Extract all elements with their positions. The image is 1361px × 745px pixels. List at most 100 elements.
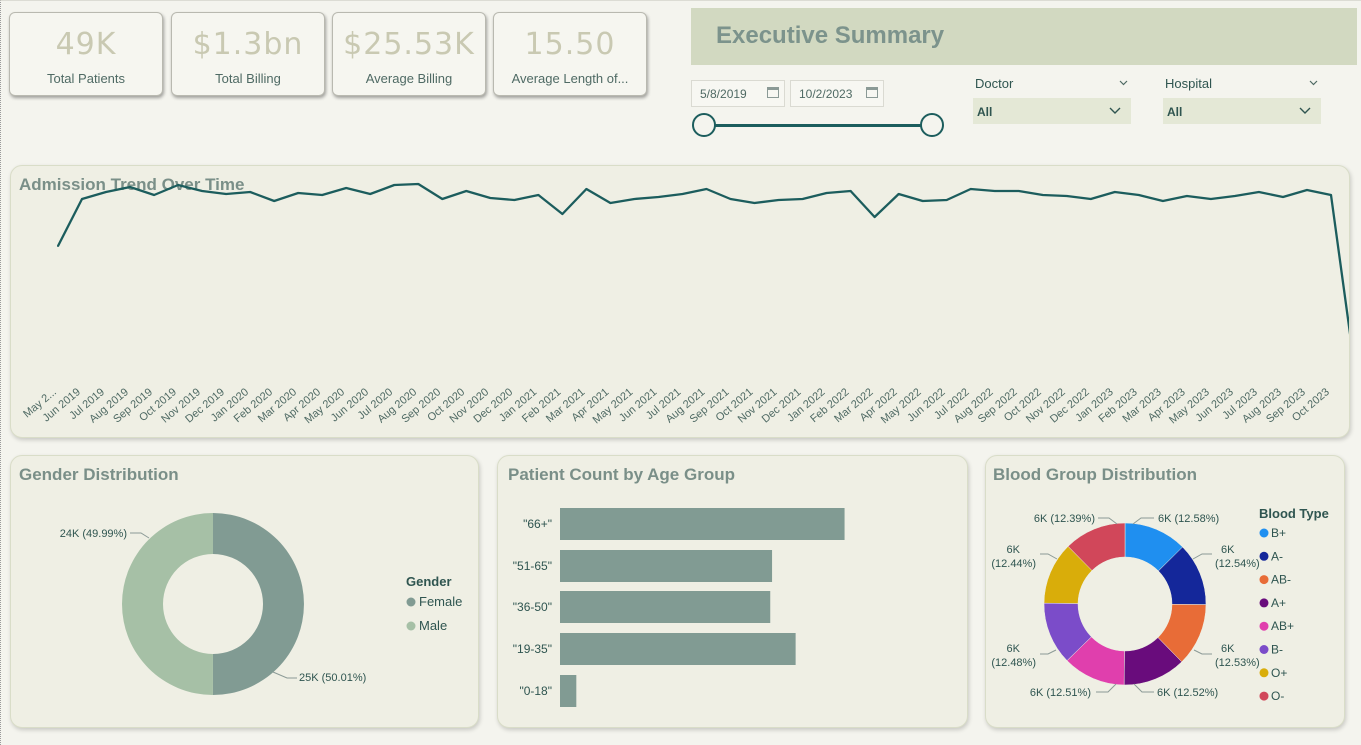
trend-point <box>1330 194 1332 196</box>
legend-dot <box>1259 528 1269 538</box>
blood-legend-item[interactable]: AB+ <box>1271 619 1294 633</box>
age-bar[interactable] <box>560 591 771 623</box>
trend-point <box>849 190 852 192</box>
trend-point <box>609 202 612 204</box>
trend-point <box>705 188 708 190</box>
doctor-filter-label: Doctor <box>975 76 1014 91</box>
legend-dot <box>1259 645 1269 654</box>
trend-point <box>1257 191 1260 193</box>
trend-point <box>585 188 588 190</box>
leader-line <box>1040 553 1058 560</box>
age-category-label: "51-65" <box>513 559 552 573</box>
trend-point <box>633 198 636 200</box>
trend-point <box>513 199 516 201</box>
age-category-label: "19-35" <box>513 642 552 656</box>
end-date-input[interactable]: 10/2/2023 <box>790 80 884 107</box>
age-bar[interactable] <box>560 550 773 582</box>
leader-line <box>1132 517 1154 525</box>
trend-point <box>993 190 996 192</box>
chevron-down-icon[interactable] <box>1119 78 1128 87</box>
leader-line <box>1193 649 1212 655</box>
trend-point <box>273 200 276 202</box>
trend-point <box>417 183 420 185</box>
gender-slice-female[interactable] <box>212 513 304 695</box>
gender-slice-male[interactable] <box>122 513 213 695</box>
trend-point <box>129 186 132 188</box>
kpi-label: Average Billing <box>365 71 453 86</box>
trend-point <box>537 194 540 196</box>
trend-point <box>1017 190 1020 192</box>
age-bar[interactable] <box>560 633 796 665</box>
legend-dot <box>1259 691 1269 701</box>
kpi-label: Total Billing <box>215 71 281 86</box>
trend-point <box>465 190 468 192</box>
legend-dot <box>406 597 416 607</box>
gender-legend-title: Gender <box>406 574 452 589</box>
blood-legend-item[interactable]: O- <box>1271 689 1284 703</box>
gender-data-label: 25K (50.01%) <box>299 672 366 684</box>
trend-point <box>249 191 252 193</box>
blood-legend-item[interactable]: O+ <box>1271 666 1287 680</box>
gender-legend-item[interactable]: Female <box>419 594 462 609</box>
start-date-input[interactable]: 5/8/2019 <box>691 80 785 107</box>
trend-point <box>81 198 84 200</box>
blood-data-label: 6K (12.54%) <box>1215 544 1260 570</box>
kpi-average-billing: $25.53K Average Billing <box>332 12 486 96</box>
trend-point <box>681 193 684 195</box>
blood-legend-item[interactable]: A+ <box>1271 596 1286 610</box>
age-bar[interactable] <box>560 508 845 540</box>
kpi-value: 49K <box>55 27 117 62</box>
trend-point <box>729 198 732 200</box>
chevron-down-icon[interactable] <box>1309 78 1318 87</box>
blood-legend-title: Blood Type <box>1259 506 1329 521</box>
legend-dot <box>1259 551 1269 561</box>
legend-dot <box>1259 668 1269 678</box>
legend-dot <box>1259 621 1269 631</box>
trend-point <box>825 192 828 194</box>
trend-point <box>921 200 924 202</box>
legend-dot <box>1259 598 1269 608</box>
leader-line <box>130 532 150 539</box>
date-range-slider-track[interactable] <box>704 124 932 127</box>
trend-point <box>321 194 324 196</box>
date-range-start-handle[interactable] <box>692 113 716 137</box>
blood-data-label: 6K (12.53%) <box>1215 643 1260 669</box>
kpi-label: Total Patients <box>46 71 126 86</box>
end-date-value: 10/2/2023 <box>799 87 853 101</box>
doctor-filter-select[interactable]: All <box>973 98 1131 124</box>
trend-point <box>1305 189 1308 191</box>
trend-point <box>801 198 804 200</box>
date-range-end-handle[interactable] <box>920 113 944 137</box>
blood-legend-item[interactable]: B+ <box>1271 526 1286 540</box>
page-title: Executive Summary <box>716 22 945 49</box>
age-category-label: "36-50" <box>513 600 552 614</box>
calendar-icon[interactable] <box>767 87 779 98</box>
leader-line <box>1098 517 1118 525</box>
blood-data-label: 6K (12.51%) <box>1030 687 1091 699</box>
trend-point <box>393 184 396 186</box>
kpi-total-patients: 49K Total Patients <box>9 12 163 96</box>
blood-legend-item[interactable]: AB- <box>1271 573 1291 587</box>
hospital-filter-label: Hospital <box>1165 76 1212 91</box>
trend-point <box>873 216 876 218</box>
kpi-label: Average Length of... <box>511 71 629 86</box>
age-bar[interactable] <box>560 675 577 707</box>
trend-point <box>225 193 228 195</box>
hospital-filter-select[interactable]: All <box>1163 98 1321 124</box>
blood-legend-item[interactable]: A- <box>1271 549 1283 563</box>
legend-dot <box>1259 575 1269 585</box>
calendar-icon[interactable] <box>866 87 878 98</box>
blood-group-donut-chart: 6K (12.58%) 6K (12.54%) 6K (12.53%) 6K (12.52… <box>991 506 1329 703</box>
gender-legend-item[interactable]: Male <box>419 618 447 633</box>
trend-point <box>1113 191 1116 193</box>
trend-point <box>1065 195 1068 197</box>
trend-point <box>753 202 756 204</box>
trend-point <box>105 191 108 193</box>
kpi-average-length-of-stay: 15.50 Average Length of... <box>493 12 647 96</box>
blood-legend-item[interactable]: B- <box>1271 643 1283 657</box>
age-category-label: "66+" <box>523 517 552 531</box>
trend-point <box>57 245 59 247</box>
trend-point <box>369 193 372 195</box>
blood-data-label: 6K (12.52%) <box>1157 687 1218 699</box>
trend-point <box>1161 200 1164 202</box>
